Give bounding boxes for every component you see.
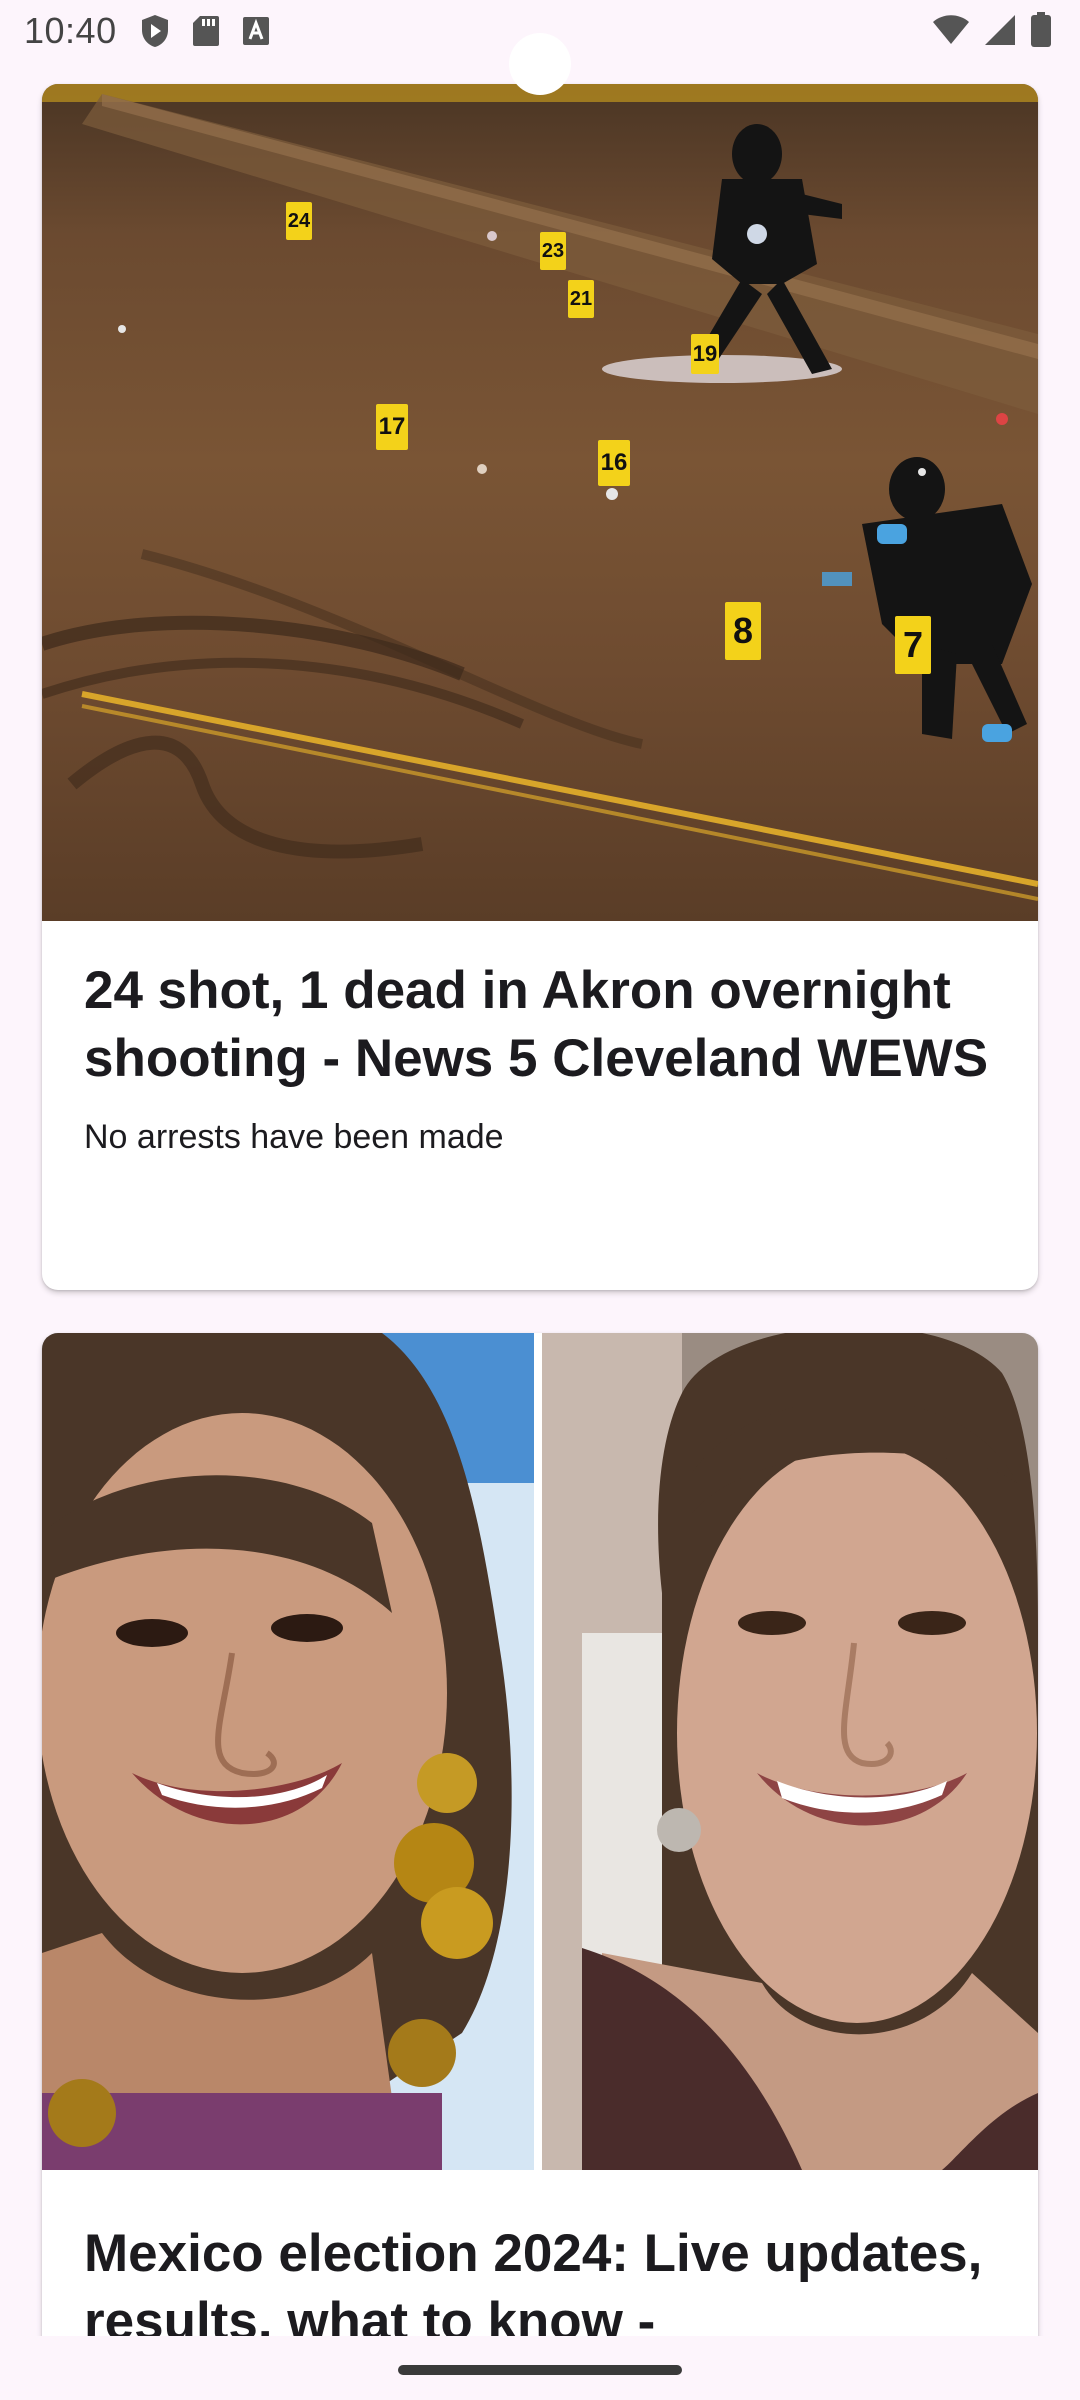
play-protect-icon bbox=[140, 14, 170, 53]
status-time: 10:40 bbox=[24, 10, 117, 51]
article-title[interactable]: 24 shot, 1 dead in Akron overnight shoot… bbox=[42, 957, 1038, 1093]
notification-icons bbox=[140, 14, 270, 53]
article-card[interactable]: 24 23 21 19 17 16 8 7 24 shot, 1 dead in… bbox=[42, 84, 1038, 1290]
system-status-icons bbox=[932, 12, 1052, 53]
camera-cutout bbox=[509, 33, 571, 95]
article-title[interactable]: Mexico election 2024: Live updates, resu… bbox=[42, 2220, 1038, 2336]
evidence-marker: 24 bbox=[286, 202, 312, 240]
evidence-marker: 21 bbox=[568, 280, 594, 318]
evidence-marker: 8 bbox=[725, 602, 761, 660]
evidence-marker: 17 bbox=[376, 404, 408, 450]
article-subtitle: No arrests have been made bbox=[84, 1118, 504, 1156]
evidence-marker: 23 bbox=[540, 232, 566, 270]
home-gesture-handle[interactable] bbox=[398, 2365, 682, 2375]
evidence-marker: 7 bbox=[895, 616, 931, 674]
font-a-icon bbox=[242, 16, 270, 51]
wifi-icon bbox=[932, 14, 970, 51]
news-feed-screen: 10:40 24 23 21 19 17 16 8 7 24 shot, 1 d… bbox=[0, 0, 1080, 2400]
article-feed[interactable]: 24 23 21 19 17 16 8 7 24 shot, 1 dead in… bbox=[0, 0, 1080, 2336]
evidence-marker: 16 bbox=[598, 440, 630, 486]
article-image bbox=[42, 1333, 1038, 2170]
article-image: 24 23 21 19 17 16 8 7 bbox=[42, 84, 1038, 921]
cell-signal-icon bbox=[984, 14, 1016, 51]
evidence-marker: 19 bbox=[691, 334, 719, 374]
article-card[interactable]: Mexico election 2024: Live updates, resu… bbox=[42, 1333, 1038, 2336]
battery-icon bbox=[1030, 12, 1052, 53]
sd-card-icon bbox=[192, 15, 220, 52]
